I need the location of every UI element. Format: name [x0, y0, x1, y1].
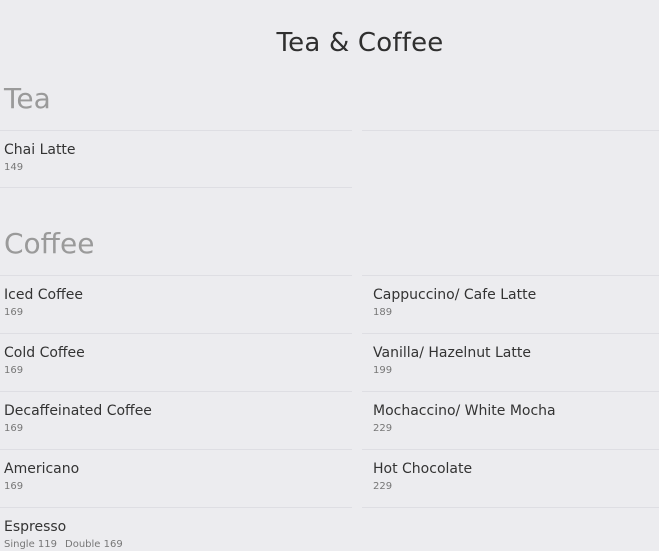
- tea-column-right: [362, 130, 659, 131]
- menu-item-name: Decaffeinated Coffee: [4, 403, 152, 419]
- menu-item-name: Cold Coffee: [4, 345, 85, 361]
- menu-item-price: 169: [4, 307, 24, 318]
- menu-item-name: Chai Latte: [4, 142, 76, 158]
- menu-item[interactable]: Vanilla/ Hazelnut Latte 199: [362, 333, 659, 391]
- section-title-tea: Tea: [4, 82, 51, 115]
- menu-item-name: Cappuccino/ Cafe Latte: [373, 287, 537, 303]
- menu-item-price: Single 119 Double 169: [4, 539, 123, 550]
- page-title: Tea & Coffee: [276, 28, 444, 58]
- menu-page: Tea & Coffee Tea Chai Latte 149 Coffee I…: [0, 0, 659, 551]
- menu-item-price: 149: [4, 162, 24, 173]
- menu-item-name: Hot Chocolate: [373, 461, 473, 477]
- menu-item[interactable]: Mochaccino/ White Mocha 229: [362, 391, 659, 449]
- divider: [362, 507, 659, 508]
- menu-item-name: Americano: [4, 461, 80, 477]
- section-title-coffee: Coffee: [4, 227, 95, 260]
- menu-item-name: Iced Coffee: [4, 287, 83, 303]
- price-single: Single 119: [4, 539, 58, 550]
- coffee-column-left: Iced Coffee 169 Cold Coffee 169 Decaffei…: [0, 275, 352, 551]
- menu-item[interactable]: Hot Chocolate 229: [362, 449, 659, 507]
- menu-item[interactable]: Americano 169: [0, 449, 352, 507]
- menu-item[interactable]: Cappuccino/ Cafe Latte 189: [362, 275, 659, 333]
- menu-item-name: Vanilla/ Hazelnut Latte: [373, 345, 531, 361]
- menu-item-price: 169: [4, 481, 24, 492]
- menu-item-price: 169: [4, 365, 24, 376]
- menu-item[interactable]: Decaffeinated Coffee 169: [0, 391, 352, 449]
- menu-item-price: 169: [4, 423, 24, 434]
- menu-item[interactable]: Chai Latte 149: [0, 130, 352, 188]
- menu-item[interactable]: Espresso Single 119 Double 169: [0, 507, 352, 551]
- menu-item-price: 229: [373, 423, 393, 434]
- menu-item-name: Mochaccino/ White Mocha: [373, 403, 556, 419]
- coffee-column-right: Cappuccino/ Cafe Latte 189 Vanilla/ Haze…: [362, 275, 659, 508]
- menu-item-price: 189: [373, 307, 393, 318]
- menu-item-price: 199: [373, 365, 393, 376]
- divider: [362, 130, 659, 131]
- price-double: Double 169: [65, 539, 123, 550]
- tea-column-left: Chai Latte 149: [0, 130, 352, 188]
- menu-item-name: Espresso: [4, 519, 67, 535]
- menu-item[interactable]: Cold Coffee 169: [0, 333, 352, 391]
- menu-item-price: 229: [373, 481, 393, 492]
- menu-item[interactable]: Iced Coffee 169: [0, 275, 352, 333]
